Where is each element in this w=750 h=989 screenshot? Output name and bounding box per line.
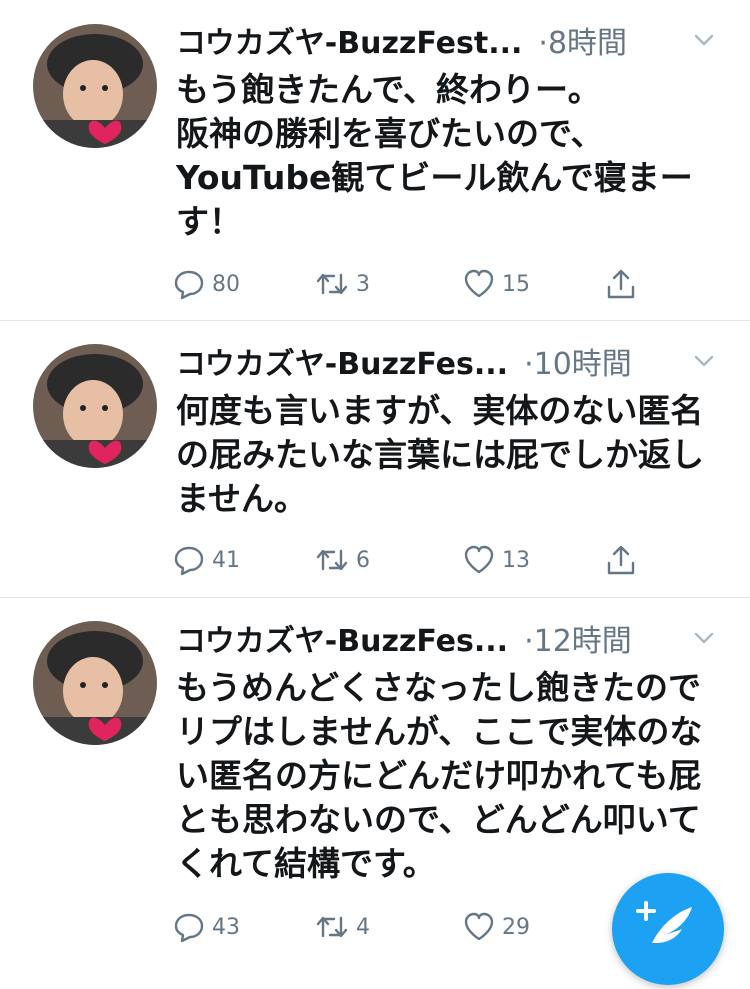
- retweet-button[interactable]: 6: [314, 540, 370, 580]
- like-icon: [464, 912, 494, 941]
- timestamp: ·10時間: [524, 347, 632, 382]
- reply-button[interactable]: 41: [172, 540, 240, 580]
- timestamp: ·12時間: [524, 624, 632, 659]
- tweet-actions: 43 4 29: [172, 907, 652, 947]
- like-count: 13: [502, 547, 530, 573]
- display-name[interactable]: コウカズヤ-BuzzFes...: [176, 616, 508, 660]
- timestamp: ·8時間: [538, 26, 628, 61]
- tweet-text-line: YouTube観てビール飲んで寝まー: [176, 158, 693, 197]
- reply-count: 41: [212, 547, 240, 573]
- tweet-text-line: とも思わないので、どんどん叩いて: [176, 800, 701, 839]
- tweet-text: 何度も言いますが、実体のない匿名 の屁みたいな言葉には屁でしか返し ません。: [176, 389, 724, 521]
- tweet-text-line: す！: [176, 202, 242, 241]
- share-button[interactable]: [604, 264, 638, 304]
- reply-count: 43: [212, 914, 240, 940]
- like-count: 29: [502, 914, 530, 940]
- retweet-icon: [316, 549, 348, 571]
- tweet-text: もう飽きたんで、終わりー。 阪神の勝利を喜びたいので、 YouTube観てビール…: [176, 68, 724, 244]
- reply-count: 80: [212, 271, 240, 297]
- tweet-text-line: ません。: [176, 479, 308, 518]
- reply-icon: [174, 270, 204, 300]
- like-button[interactable]: 29: [462, 907, 530, 947]
- tweet[interactable]: コウカズヤ-BuzzFest... ·8時間 もう飽きたんで、終わりー。 阪神の…: [0, 0, 750, 320]
- tweet-text-line: もうめんどくさなったし飽きたので: [176, 668, 702, 707]
- tweet-text-line: の屁みたいな言葉には屁でしか返し: [176, 435, 704, 474]
- retweet-count: 4: [356, 914, 370, 940]
- like-icon: [464, 545, 494, 574]
- retweet-button[interactable]: 3: [314, 264, 370, 304]
- tweet-text-line: もう飽きたんで、終わりー。: [176, 70, 601, 109]
- retweet-icon: [316, 273, 348, 295]
- tweet-actions: 41 6 13: [172, 540, 652, 580]
- share-icon: [607, 269, 635, 299]
- retweet-button[interactable]: 4: [314, 907, 370, 947]
- compose-tweet-icon: [636, 901, 692, 943]
- chevron-down-icon[interactable]: [692, 626, 716, 650]
- avatar[interactable]: [33, 621, 157, 745]
- tweet-text-line: 阪神の勝利を喜びたいので、: [176, 114, 604, 153]
- retweet-count: 3: [356, 271, 370, 297]
- like-button[interactable]: 13: [462, 540, 530, 580]
- reply-button[interactable]: 43: [172, 907, 240, 947]
- chevron-down-icon[interactable]: [692, 28, 716, 52]
- tweet-actions: 80 3 15: [172, 264, 652, 304]
- reply-button[interactable]: 80: [172, 264, 240, 304]
- tweet-text: もうめんどくさなったし飽きたので リプはしませんが、ここで実体のな い匿名の方に…: [176, 666, 724, 886]
- tweet-text-line: リプはしませんが、ここで実体のな: [176, 712, 703, 751]
- compose-tweet-button[interactable]: [612, 873, 724, 985]
- chevron-down-icon[interactable]: [692, 349, 716, 373]
- display-name[interactable]: コウカズヤ-BuzzFes...: [176, 339, 508, 383]
- share-icon: [607, 545, 635, 575]
- tweet-text-line: 何度も言いますが、実体のない匿名: [176, 391, 704, 430]
- reply-icon: [174, 546, 204, 576]
- like-icon: [464, 269, 494, 298]
- avatar[interactable]: [33, 344, 157, 468]
- tweet[interactable]: コウカズヤ-BuzzFes... ·10時間 何度も言いますが、実体のない匿名 …: [0, 321, 750, 597]
- tweet-text-line: い匿名の方にどんだけ叩かれても屁: [176, 756, 702, 795]
- retweet-icon: [316, 916, 348, 938]
- retweet-count: 6: [356, 547, 370, 573]
- reply-icon: [174, 913, 204, 943]
- like-count: 15: [502, 271, 530, 297]
- display-name[interactable]: コウカズヤ-BuzzFest...: [176, 18, 522, 62]
- avatar[interactable]: [33, 24, 157, 148]
- share-button[interactable]: [604, 540, 638, 580]
- like-button[interactable]: 15: [462, 264, 530, 304]
